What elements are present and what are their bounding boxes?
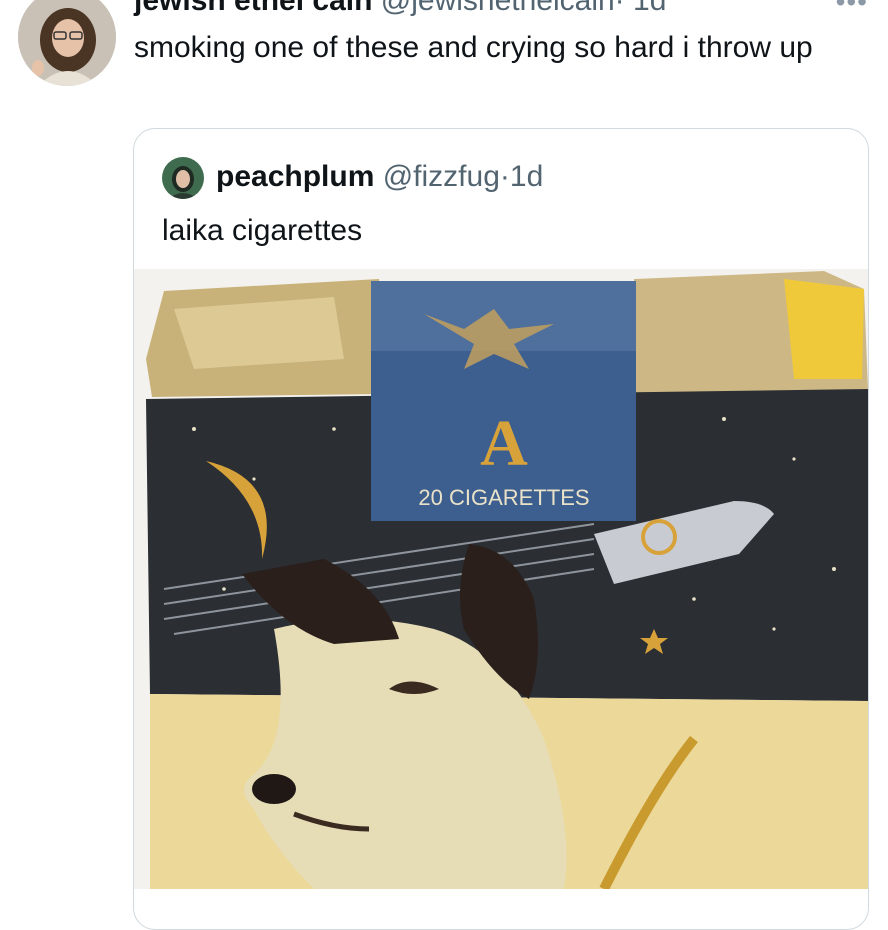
author-handle[interactable]: @jewishethelcain [381,0,615,17]
cigarette-pack-photo[interactable]: A 20 CIGARETTES [134,269,868,889]
foil-gold-corner [784,279,864,379]
quote-header: peachplum @fizzfug·1d [216,159,543,195]
quote-separator-dot: · [499,160,510,193]
quote-author-handle[interactable]: @fizzfug [383,160,500,193]
tweet-header: jewish ethel cain @jewishethelcain· 1d [134,0,666,18]
quote-author-name[interactable]: peachplum [216,160,374,193]
band-count: 20 CIGARETTES [418,485,589,510]
quote-avatar-image [162,157,204,199]
quote-text: laika cigarettes [162,214,363,247]
quote-timestamp[interactable]: 1d [510,160,543,193]
tweet-text: smoking one of these and crying so hard … [134,31,813,64]
author-name[interactable]: jewish ethel cain [134,0,372,17]
quote-tweet-card[interactable]: peachplum @fizzfug·1d laika cigarettes A… [133,128,869,930]
band-letter: A [480,407,528,480]
quote-avatar[interactable] [162,157,204,199]
timestamp[interactable]: 1d [633,0,666,17]
dog-nose [252,774,296,804]
avatar-image [18,0,116,86]
avatar[interactable] [18,0,116,86]
more-icon[interactable]: ••• [836,0,868,18]
separator-dot: · [614,0,625,17]
foil-highlight [174,297,344,369]
